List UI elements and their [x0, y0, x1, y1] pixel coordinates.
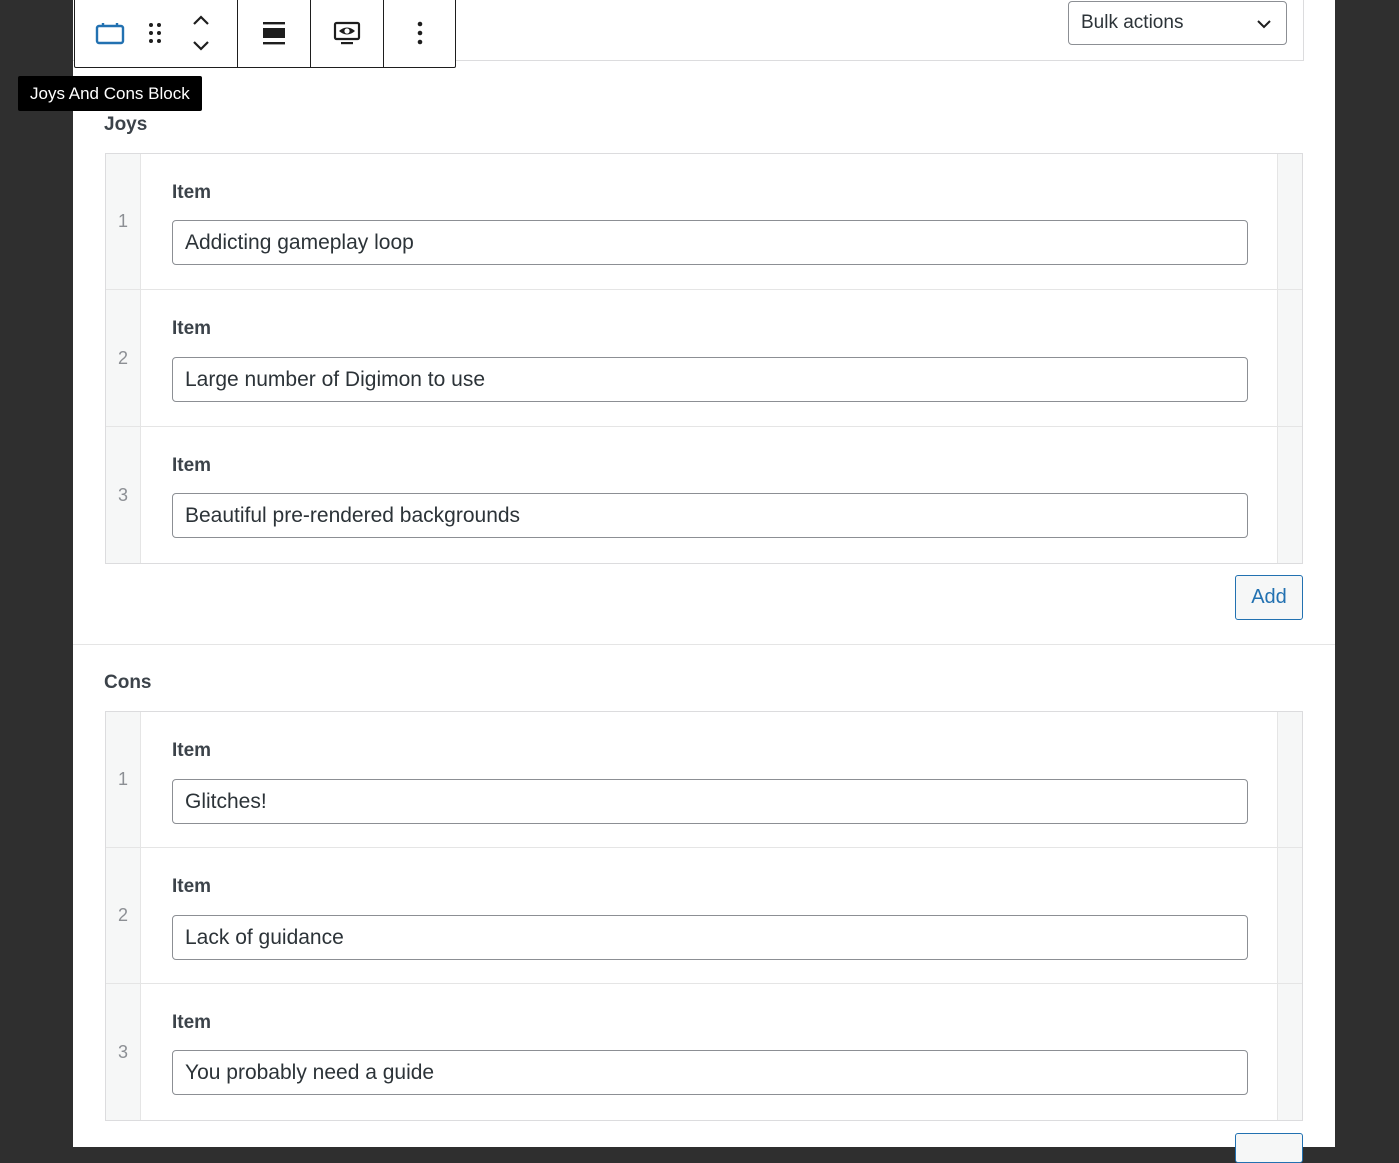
move-buttons	[165, 0, 237, 67]
item-field-label: Item	[172, 182, 212, 203]
joys-label: Joys	[104, 114, 148, 135]
preview-button[interactable]	[311, 0, 383, 67]
item-input[interactable]	[172, 1050, 1248, 1095]
cons-label: Cons	[104, 672, 152, 693]
row-handle[interactable]	[1277, 712, 1302, 847]
item-input[interactable]	[172, 915, 1248, 960]
row-handle[interactable]	[1277, 290, 1302, 426]
item-field-label: Item	[172, 318, 212, 339]
bulk-actions-select[interactable]: Bulk actions	[1068, 1, 1287, 45]
item-field-label: Item	[172, 1012, 212, 1033]
item-input[interactable]	[172, 357, 1248, 402]
move-down-icon	[193, 41, 209, 51]
row-number: 3	[106, 427, 141, 563]
row-number: 1	[106, 154, 141, 289]
table-row: 2 Item	[106, 848, 1302, 984]
row-handle[interactable]	[1277, 427, 1302, 563]
move-up-icon	[193, 15, 209, 25]
table-row: 1 Item	[106, 154, 1302, 290]
joys-repeater: 1 Item 2 Item 3 Item	[105, 153, 1303, 564]
row-handle[interactable]	[1277, 154, 1302, 289]
item-field-label: Item	[172, 455, 212, 476]
drag-handle-button[interactable]	[145, 0, 165, 67]
block-type-button[interactable]	[75, 0, 145, 67]
section-divider	[73, 644, 1335, 645]
block-icon	[95, 23, 125, 45]
more-options-icon	[417, 21, 423, 45]
row-number: 3	[106, 984, 141, 1120]
row-number: 1	[106, 712, 141, 847]
row-handle[interactable]	[1277, 848, 1302, 983]
row-number: 2	[106, 848, 141, 983]
item-input[interactable]	[172, 779, 1248, 824]
table-row: 3 Item	[106, 984, 1302, 1120]
joys-add-button[interactable]: Add	[1235, 575, 1303, 620]
preview-icon	[333, 21, 361, 45]
row-number: 2	[106, 290, 141, 426]
chevron-down-icon	[1257, 20, 1271, 29]
toolbar-group-block	[75, 0, 238, 67]
block-tooltip: Joys And Cons Block	[18, 76, 202, 111]
toolbar-group-more	[384, 0, 456, 67]
bulk-actions-value: Bulk actions	[1081, 12, 1184, 33]
table-row: 1 Item	[106, 712, 1302, 848]
row-handle[interactable]	[1277, 984, 1302, 1120]
cons-repeater: 1 Item 2 Item 3 Item	[105, 711, 1303, 1121]
item-input[interactable]	[172, 220, 1248, 265]
cons-add-button[interactable]	[1235, 1133, 1303, 1163]
table-row: 3 Item	[106, 427, 1302, 563]
align-button[interactable]	[238, 0, 310, 67]
more-options-button[interactable]	[384, 0, 456, 67]
backdrop-strip	[1335, 0, 1399, 86]
drag-handle-icon	[149, 23, 161, 43]
toolbar-group-align	[238, 0, 311, 67]
item-field-label: Item	[172, 740, 212, 761]
move-up-button[interactable]	[186, 7, 216, 33]
item-input[interactable]	[172, 493, 1248, 538]
toolbar-group-preview	[311, 0, 384, 67]
move-down-button[interactable]	[186, 33, 216, 59]
item-field-label: Item	[172, 876, 212, 897]
block-toolbar	[74, 0, 456, 68]
table-row: 2 Item	[106, 290, 1302, 427]
align-icon	[263, 22, 285, 45]
